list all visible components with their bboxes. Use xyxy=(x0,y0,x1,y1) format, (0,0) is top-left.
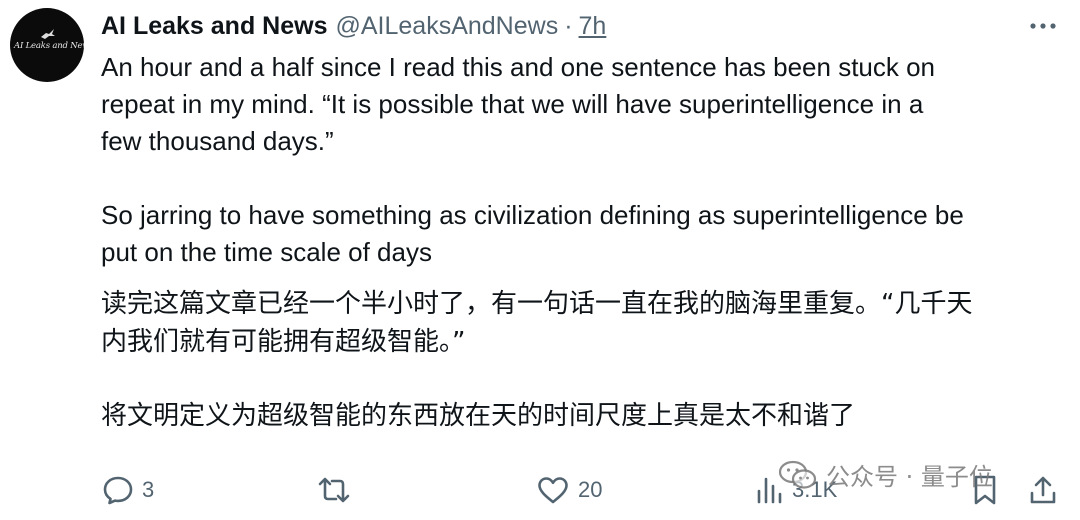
tweet-time[interactable]: 7h xyxy=(579,12,607,41)
author-handle[interactable]: @AILeaksAndNews xyxy=(335,12,558,41)
reply-icon xyxy=(103,476,133,505)
watermark: 公众号 · 量子位 xyxy=(778,457,993,492)
watermark-text: 公众号 · 量子位 xyxy=(826,463,993,491)
retweet-icon xyxy=(318,477,350,503)
like-button[interactable]: 20 xyxy=(536,472,602,508)
reply-count: 3 xyxy=(142,477,155,502)
separator-dot: · xyxy=(564,11,573,40)
tweet-translation-line: 读完这篇文章已经一个半小时了，有一句话一直在我的脑海里重复。“几千天 xyxy=(101,289,973,319)
tweet-translation-line: 内我们就有可能拥有超级智能。” xyxy=(101,327,466,357)
tweet-translation-line: 将文明定义为超级智能的东西放在天的时间尺度上真是太不和谐了 xyxy=(101,401,856,431)
wechat-icon xyxy=(778,460,817,489)
tweet-text-line: few thousand days.” xyxy=(101,126,334,156)
share-button[interactable] xyxy=(1027,472,1059,508)
share-icon xyxy=(1030,476,1056,504)
tweet-text-line: So jarring to have something as civiliza… xyxy=(101,200,964,230)
reply-button[interactable]: 3 xyxy=(102,472,154,508)
tweet-text-line: put on the time scale of days xyxy=(101,237,432,267)
heart-icon xyxy=(538,477,568,504)
tweet-header: AI Leaks and News @AILeaksAndNews · 7h xyxy=(101,10,606,42)
avatar[interactable]: AI Leaks and News xyxy=(10,8,84,82)
avatar-logo-text: AI Leaks and News xyxy=(14,41,84,51)
like-count: 20 xyxy=(578,477,603,502)
retweet-button[interactable] xyxy=(316,472,360,508)
more-icon xyxy=(1030,23,1056,29)
tweet-text-line: An hour and a half since I read this and… xyxy=(101,52,936,82)
author-name[interactable]: AI Leaks and News xyxy=(101,12,327,41)
tweet-text-line: repeat in my mind. “It is possible that … xyxy=(101,89,924,119)
more-button[interactable] xyxy=(1028,16,1058,36)
fox-logo-icon xyxy=(41,29,55,39)
